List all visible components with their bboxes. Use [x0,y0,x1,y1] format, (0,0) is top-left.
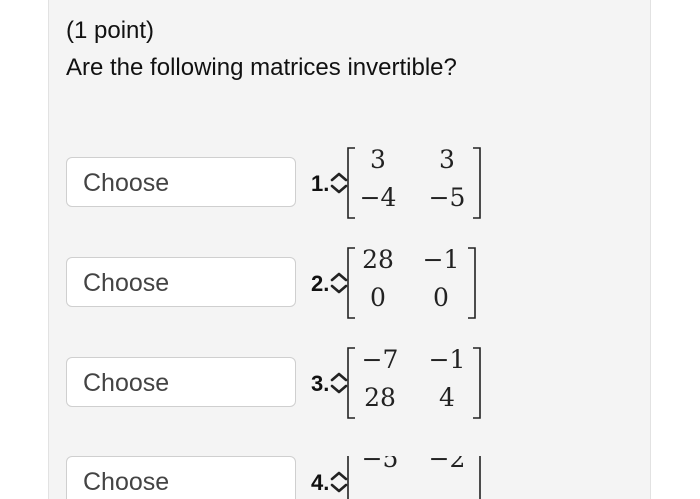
question-row-1: Choose 1. 3 3 −4 −5 [0,145,700,247]
matrix-3: −7 −1 28 4 [345,345,485,419]
select-value: Choose [83,468,170,496]
answer-select-4[interactable]: Choose [66,456,348,499]
item-number-4: 4. [311,470,330,495]
matrix-cell: −5 [428,183,466,212]
item-number-1: 1. [311,171,330,196]
matrix-cell: −7 [361,345,399,374]
matrix-cell: 0 [370,283,386,312]
matrix-cell: −2 [428,456,466,473]
question-row-2: Choose 2. 28 −1 0 0 [0,245,700,347]
matrix-cell: 4 [439,383,455,412]
problem-points: (1 point) [66,17,155,44]
matrix-cell: 3 [370,145,386,174]
answer-select-1[interactable]: Choose [66,157,348,207]
select-value: Choose [83,269,170,297]
matrix-4: −5 −2 [345,456,485,499]
matrix-2: 28 −1 0 0 [345,245,485,319]
matrix-cell: −1 [422,245,460,274]
matrix-cell: −4 [359,183,397,212]
select-value: Choose [83,169,170,197]
item-number-3: 3. [311,371,330,396]
question-row-4: Choose 4. −5 −2 [0,456,700,499]
item-number-2: 2. [311,271,330,296]
matrix-cell: −1 [428,345,466,374]
matrix-cell: −5 [361,456,399,473]
matrix-1: 3 3 −4 −5 [345,145,485,219]
matrix-cell: 28 [364,383,396,412]
matrix-cell: 3 [439,145,455,174]
matrix-cell: 0 [433,283,449,312]
answer-select-2[interactable]: Choose [66,257,348,307]
answer-select-3[interactable]: Choose [66,357,348,407]
problem-question: Are the following matrices invertible? [66,54,457,81]
matrix-cell: 28 [362,245,394,274]
select-value: Choose [83,369,170,397]
question-row-3: Choose 3. −7 −1 28 4 [0,345,700,447]
